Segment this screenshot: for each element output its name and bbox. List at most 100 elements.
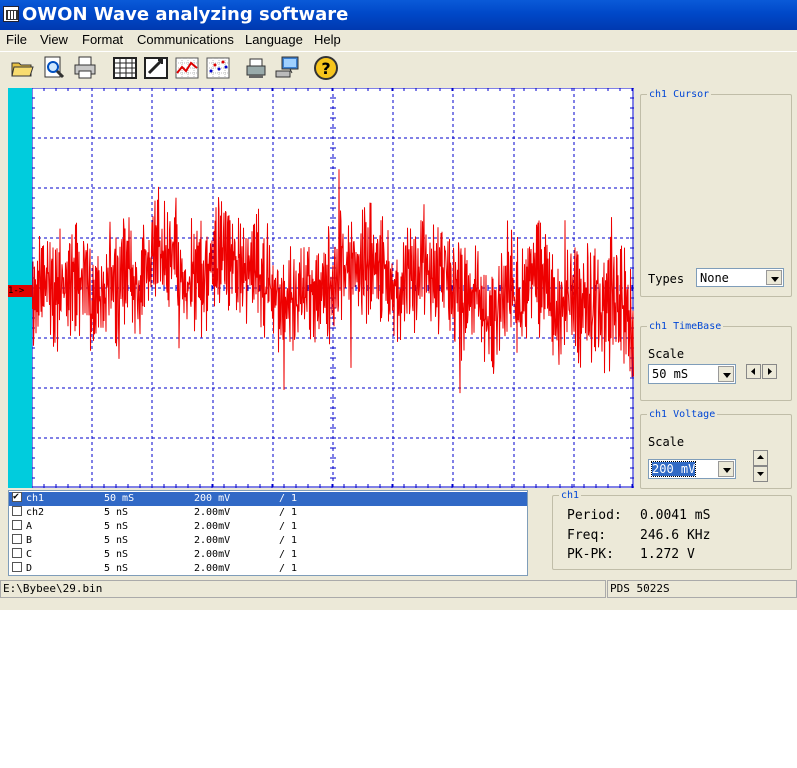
timebase-panel-legend: ch1 TimeBase: [649, 321, 722, 332]
channel-timebase: 50 mS: [104, 493, 135, 504]
cursor-panel: ch1 Cursor: [640, 89, 792, 297]
channel-checkbox[interactable]: [12, 548, 22, 558]
channel-timebase: 5 nS: [104, 535, 129, 546]
menu-language[interactable]: Language: [245, 32, 303, 47]
channel-name: ch2: [26, 507, 45, 518]
pkpk-label: PK-PK:: [567, 547, 614, 562]
cursor-types-select[interactable]: None: [696, 268, 784, 287]
zoom-preview-button[interactable]: [41, 55, 67, 81]
channel-row-a[interactable]: A 5 nS 2.00mV / 1: [9, 520, 527, 534]
table-button[interactable]: [112, 55, 138, 81]
title-bar: OWON Wave analyzing software: [0, 0, 797, 30]
chevron-down-icon[interactable]: [718, 366, 734, 382]
channel-row-b[interactable]: B 5 nS 2.00mV / 1: [9, 534, 527, 548]
channel-row-ch1[interactable]: ch1 50 mS 200 mV / 1: [9, 491, 527, 506]
channel-row-c[interactable]: C 5 nS 2.00mV / 1: [9, 548, 527, 562]
table-icon: [113, 57, 137, 79]
app-icon[interactable]: [3, 6, 19, 22]
voltage-scale-value: 200 mV: [650, 461, 697, 477]
app-window: OWON Wave analyzing software File View F…: [0, 0, 797, 610]
channel-probe: / 1: [279, 549, 298, 560]
channel-checkbox[interactable]: [12, 491, 22, 504]
line-chart-icon: [175, 57, 199, 79]
pkpk-value: 1.272 V: [640, 547, 695, 562]
printer-setup-icon: [246, 58, 266, 78]
scatter-chart-icon: [206, 57, 230, 79]
zoom-preview-icon: [44, 56, 65, 79]
channel-probe: / 1: [279, 507, 298, 518]
channel-name: ch1: [26, 493, 45, 504]
channel-volt: 200 mV: [194, 493, 231, 504]
edit-chart-button[interactable]: [143, 55, 169, 81]
printer-setup-button[interactable]: [243, 55, 269, 81]
print-button[interactable]: [72, 55, 98, 81]
channel-volt: 2.00mV: [194, 507, 231, 518]
channel-volt: 2.00mV: [194, 535, 231, 546]
chevron-down-icon[interactable]: [718, 461, 734, 477]
arrow-down-icon: [757, 472, 764, 476]
channel-probe: / 1: [279, 521, 298, 532]
arrow-left-icon: [751, 368, 755, 375]
svg-text:?: ?: [321, 59, 330, 78]
channel-timebase: 5 nS: [104, 507, 129, 518]
channel-checkbox[interactable]: [12, 534, 22, 544]
timebase-scale-select[interactable]: 50 mS: [648, 364, 736, 384]
channel-checkbox[interactable]: [12, 506, 22, 516]
help-button[interactable]: ?: [313, 55, 339, 81]
channel-name: A: [26, 521, 33, 532]
scatter-chart-button[interactable]: [205, 55, 231, 81]
edit-chart-icon: [144, 57, 168, 79]
status-bar: E:\Bybee\29.bin PDS 5022S: [0, 580, 797, 598]
period-label: Period:: [567, 508, 622, 523]
cursor-types-label: Types: [648, 272, 685, 286]
computer-connect-button[interactable]: [274, 55, 300, 81]
channel-volt: 2.00mV: [194, 563, 231, 574]
channel-probe: / 1: [279, 535, 298, 546]
status-file-path: E:\Bybee\29.bin: [0, 580, 606, 598]
channel-volt: 2.00mV: [194, 549, 231, 560]
voltage-up-button[interactable]: [753, 450, 768, 466]
line-chart-button[interactable]: [174, 55, 200, 81]
menu-help[interactable]: Help: [314, 32, 341, 47]
menu-format[interactable]: Format: [82, 32, 123, 47]
channel-probe: / 1: [279, 493, 298, 504]
channel-name: C: [26, 549, 33, 560]
ch1-level-marker[interactable]: 1->: [8, 285, 32, 297]
menu-file[interactable]: File: [6, 32, 27, 47]
period-value: 0.0041 mS: [640, 508, 711, 523]
channel-list[interactable]: ch1 50 mS 200 mV / 1 ch2 5 nS 2.00mV / 1 A 5 nS 2.…: [8, 490, 528, 576]
freq-label: Freq:: [567, 528, 607, 543]
menu-communications[interactable]: Communications: [137, 32, 234, 47]
channel-probe: / 1: [279, 563, 298, 574]
print-icon: [74, 56, 96, 79]
channel-checkbox[interactable]: [12, 520, 22, 530]
open-folder-icon: [11, 62, 34, 77]
channel-name: B: [26, 535, 33, 546]
channel-timebase: 5 nS: [104, 521, 129, 532]
voltage-down-button[interactable]: [753, 466, 768, 482]
channel-row-d[interactable]: D 5 nS 2.00mV / 1: [9, 562, 527, 575]
channel-timebase: 5 nS: [104, 563, 129, 574]
timebase-panel: ch1 TimeBase: [640, 321, 792, 401]
timebase-scale-label: Scale: [648, 347, 685, 361]
status-device: PDS 5022S: [607, 580, 797, 598]
computer-connect-icon: [275, 56, 299, 78]
timebase-right-button[interactable]: [762, 364, 777, 379]
timebase-scale-value: 50 mS: [652, 367, 689, 381]
arrow-up-icon: [757, 455, 764, 459]
timebase-left-button[interactable]: [746, 364, 761, 379]
menu-bar: File View Format Communications Language…: [0, 30, 797, 50]
voltage-scale-select[interactable]: 200 mV: [648, 459, 736, 479]
waveform-plot: [32, 88, 634, 488]
menu-view[interactable]: View: [40, 32, 68, 47]
voltage-scale-label: Scale: [648, 435, 685, 449]
measure-panel-legend: ch1: [561, 490, 580, 501]
channel-checkbox[interactable]: [12, 562, 22, 572]
channel-name: D: [26, 563, 33, 574]
open-folder-button[interactable]: [10, 55, 36, 81]
cursor-types-value: None: [700, 271, 729, 285]
channel-timebase: 5 nS: [104, 549, 129, 560]
channel-row-ch2[interactable]: ch2 5 nS 2.00mV / 1: [9, 506, 527, 520]
chevron-down-icon[interactable]: [766, 270, 782, 285]
voltage-panel-legend: ch1 Voltage: [649, 409, 716, 420]
